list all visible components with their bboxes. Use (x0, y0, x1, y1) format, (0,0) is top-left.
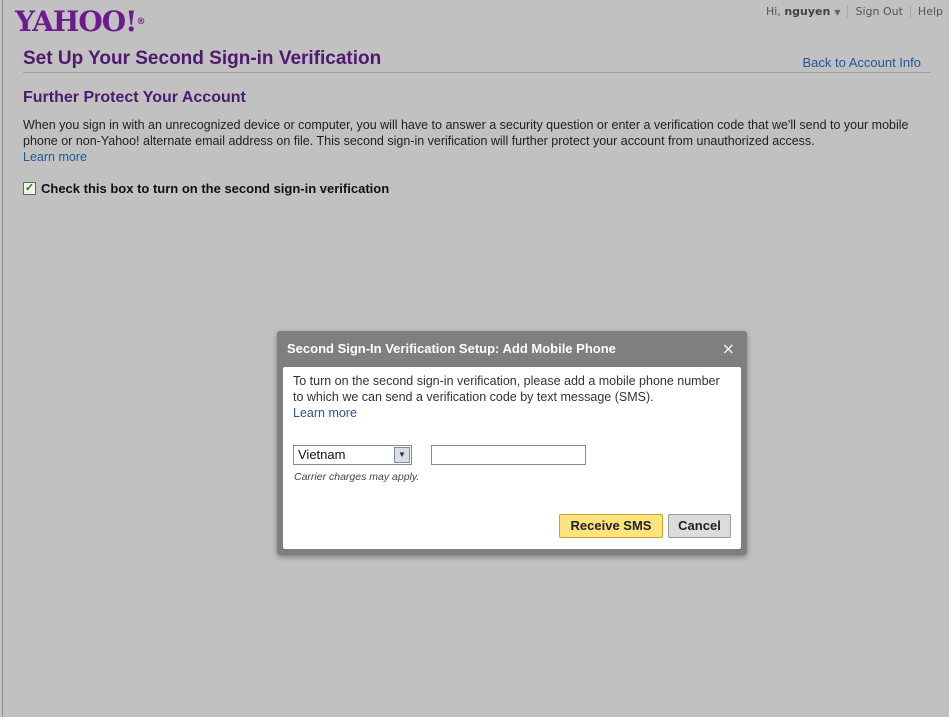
dialog-text: To turn on the second sign-in verificati… (293, 373, 731, 421)
country-select[interactable]: Vietnam ▼ (293, 445, 412, 465)
top-navigation: Hi, nguyen ▼ Sign Out Help (766, 5, 943, 18)
verification-checkbox[interactable]: ✓ (23, 182, 36, 195)
chevron-down-icon[interactable]: ▼ (834, 8, 840, 17)
back-to-account-info-link[interactable]: Back to Account Info (802, 55, 921, 70)
divider (847, 5, 849, 18)
sign-out-link[interactable]: Sign Out (855, 5, 902, 18)
chevron-down-icon[interactable]: ▼ (394, 447, 410, 463)
learn-more-link[interactable]: Learn more (23, 150, 87, 164)
description: When you sign in with an unrecognized de… (23, 117, 923, 165)
left-border (2, 0, 3, 717)
header-divider (23, 72, 931, 73)
phone-number-input[interactable] (431, 445, 586, 465)
divider (909, 5, 911, 18)
yahoo-logo[interactable]: YAHOO!® (15, 6, 145, 38)
page-title: Set Up Your Second Sign-in Verification (23, 48, 382, 69)
username: nguyen (784, 5, 831, 18)
close-icon[interactable]: × (722, 341, 735, 357)
add-mobile-phone-dialog: Second Sign-In Verification Setup: Add M… (277, 331, 747, 555)
dialog-instructions: To turn on the second sign-in verificati… (293, 374, 720, 404)
checkbox-label: Check this box to turn on the second sig… (41, 181, 390, 196)
carrier-note: Carrier charges may apply. (294, 471, 420, 483)
section-title: Further Protect Your Account (23, 89, 246, 106)
cancel-button[interactable]: Cancel (668, 514, 731, 538)
dialog-body: To turn on the second sign-in verificati… (283, 367, 741, 549)
country-select-value: Vietnam (298, 447, 346, 462)
dialog-learn-more-link[interactable]: Learn more (293, 406, 357, 420)
verification-checkbox-row[interactable]: ✓ Check this box to turn on the second s… (23, 181, 389, 196)
description-text: When you sign in with an unrecognized de… (23, 118, 909, 148)
receive-sms-button[interactable]: Receive SMS (559, 514, 663, 538)
user-greeting[interactable]: Hi, nguyen ▼ (766, 5, 840, 18)
dialog-title: Second Sign-In Verification Setup: Add M… (287, 341, 616, 356)
help-link[interactable]: Help (918, 5, 943, 18)
